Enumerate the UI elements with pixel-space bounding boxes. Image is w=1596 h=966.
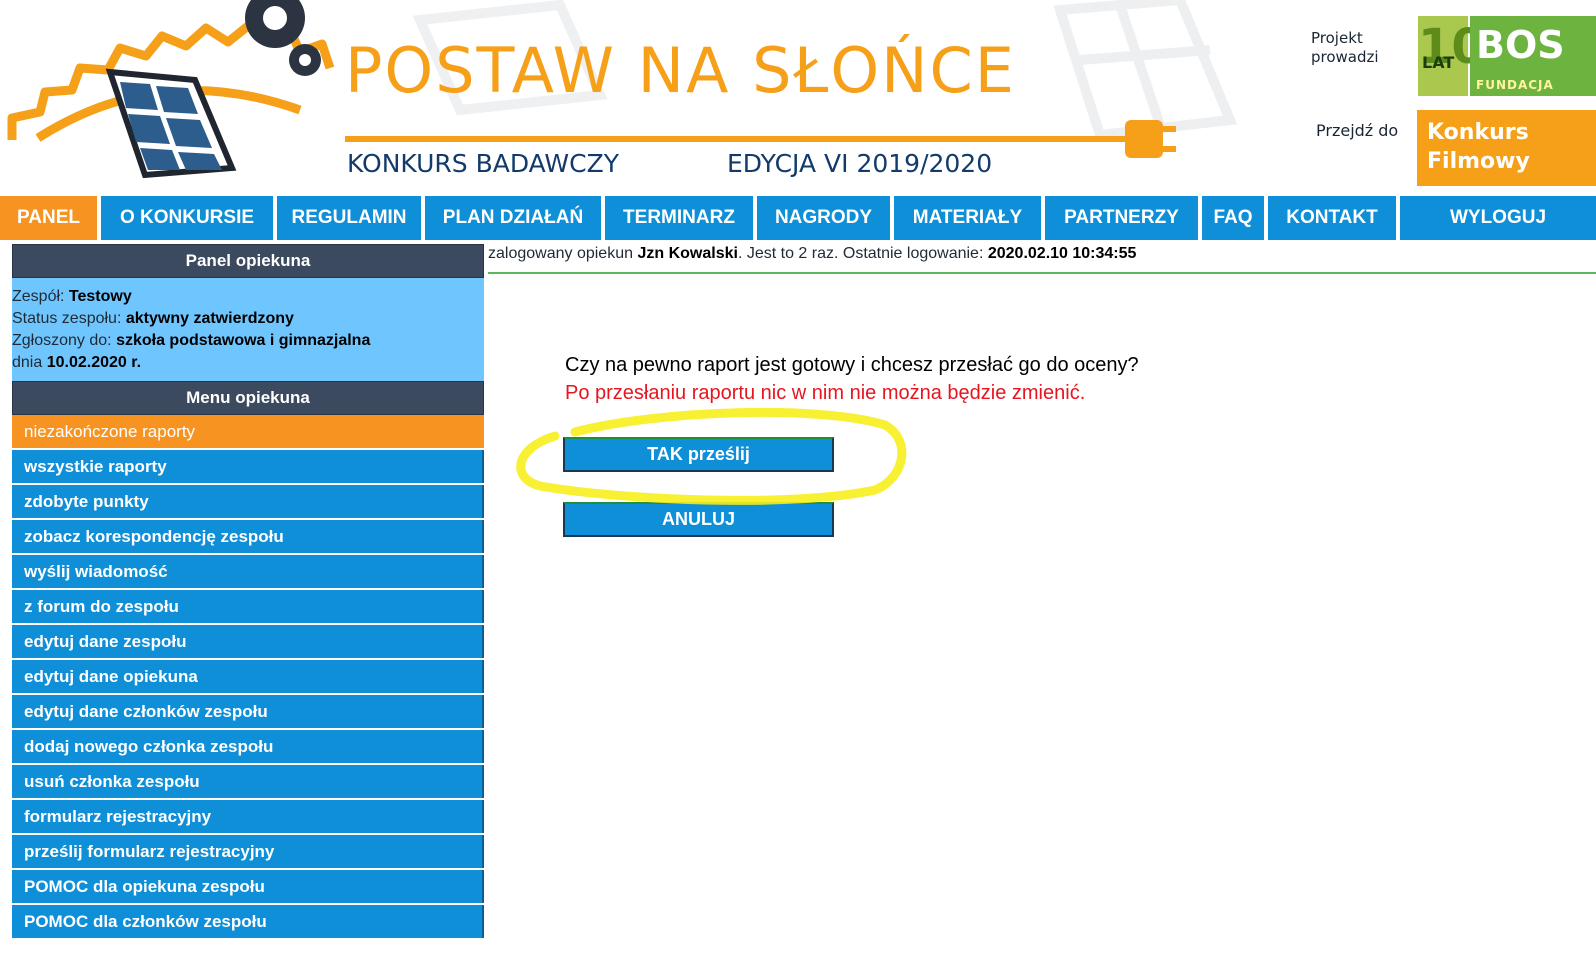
menu-item-przeslij-formularz[interactable]: prześlij formularz rejestracyjny: [12, 835, 484, 868]
menu-item-korespondencja[interactable]: zobacz korespondencję zespołu: [12, 520, 484, 553]
gear-icon: [245, 0, 321, 76]
nav-wyloguj[interactable]: WYLOGUJ: [1400, 196, 1596, 240]
nav-o-konkursie[interactable]: O KONKURSIE: [101, 196, 273, 240]
menu-item-wyslij-wiadomosc[interactable]: wyślij wiadomość: [12, 555, 484, 588]
bos-foundation-logo[interactable]: 10 LAT BOS FUNDACJA: [1418, 16, 1596, 96]
menu-item-formularz[interactable]: formularz rejestracyjny: [12, 800, 484, 833]
team-info: Zespół: Testowy Status zespołu: aktywny …: [12, 278, 484, 381]
main-nav: PANEL O KONKURSIE REGULAMIN PLAN DZIAŁAŃ…: [0, 196, 1596, 240]
menu-title: Menu opiekuna: [12, 381, 484, 415]
goto-label: Przejdź do: [1316, 121, 1399, 140]
menu-item-dodaj-czlonka[interactable]: dodaj nowego członka zespołu: [12, 730, 484, 763]
menu-item-edytuj-opiekuna[interactable]: edytuj dane opiekuna: [12, 660, 484, 693]
registration-date: 10.02.2020 r.: [46, 354, 142, 371]
logo-name: BOS: [1476, 23, 1565, 67]
menu-item-usun-czlonka[interactable]: usuń członka zespołu: [12, 765, 484, 798]
menu-item-zdobyte-punkty[interactable]: zdobyte punkty: [12, 485, 484, 518]
menu-item-pomoc-opiekun[interactable]: POMOC dla opiekuna zespołu: [12, 870, 484, 903]
logo-number: 10 LAT: [1418, 16, 1485, 96]
nav-panel[interactable]: PANEL: [0, 196, 97, 240]
confirm-dialog: Czy na pewno raport jest gotowy i chcesz…: [565, 351, 1139, 407]
panel-title: Panel opiekuna: [12, 244, 484, 278]
nav-materialy[interactable]: MATERIAŁY: [894, 196, 1041, 240]
cancel-button[interactable]: ANULUJ: [563, 502, 834, 537]
logo-lat: LAT: [1422, 53, 1455, 72]
logo-bos-panel: BOS FUNDACJA: [1470, 16, 1596, 96]
film-link-line2: Filmowy: [1427, 149, 1530, 174]
film-contest-link[interactable]: Konkurs Filmowy: [1417, 110, 1596, 186]
sidebar: Panel opiekuna Zespół: Testowy Status ze…: [12, 244, 484, 938]
nav-kontakt[interactable]: KONTAKT: [1268, 196, 1396, 240]
menu-item-wszystkie-raporty[interactable]: wszystkie raporty: [12, 450, 484, 483]
submit-report-button[interactable]: TAK prześlij: [563, 437, 834, 472]
menu-item-edytuj-zespol[interactable]: edytuj dane zespołu: [12, 625, 484, 658]
nav-plan-dzialan[interactable]: PLAN DZIAŁAŃ: [425, 196, 601, 240]
login-info: zalogowany opiekun Jzn Kowalski. Jest to…: [488, 245, 1596, 274]
nav-nagrody[interactable]: NAGRODY: [757, 196, 890, 240]
site-title: POSTAW NA SŁOŃCE: [345, 34, 1016, 107]
registered-line: Zgłoszony do: szkoła podstawowa i gimnaz…: [12, 332, 371, 349]
team-line: Zespół: Testowy: [12, 288, 132, 305]
nav-faq[interactable]: FAQ: [1202, 196, 1264, 240]
menu-item-edytuj-czlonkow[interactable]: edytuj dane członków zespołu: [12, 695, 484, 728]
team-status: aktywny zatwierdzony: [125, 310, 294, 327]
site-header: POSTAW NA SŁOŃCE KONKURS BADAWCZY EDYCJA…: [0, 0, 1596, 196]
project-label: Projekt prowadzi: [1311, 29, 1379, 66]
last-login: 2020.02.10 10:34:55: [987, 245, 1137, 262]
nav-regulamin[interactable]: REGULAMIN: [277, 196, 421, 240]
nav-partnerzy[interactable]: PARTNERZY: [1045, 196, 1198, 240]
logged-user: Jzn Kowalski: [637, 245, 738, 262]
menu-item-pomoc-czlonkowie[interactable]: POMOC dla członków zespołu: [12, 905, 484, 938]
team-name: Testowy: [68, 288, 132, 305]
confirm-question: Czy na pewno raport jest gotowy i chcesz…: [565, 354, 1139, 376]
nav-terminarz[interactable]: TERMINARZ: [605, 196, 753, 240]
menu-item-niezakonczone-raporty[interactable]: niezakończone raporty: [12, 415, 484, 448]
school-type: szkoła podstawowa i gimnazjalna: [116, 332, 371, 349]
logo-fund: FUNDACJA: [1476, 78, 1554, 92]
edition-label: EDYCJA VI 2019/2020: [727, 149, 993, 178]
status-line: Status zespołu: aktywny zatwierdzony: [12, 310, 294, 327]
menu-item-z-forum[interactable]: z forum do zespołu: [12, 590, 484, 623]
site-subtitle: KONKURS BADAWCZY: [347, 149, 619, 178]
date-line: dnia 10.02.2020 r.: [12, 354, 142, 371]
confirm-warning: Po przesłaniu raportu nic w nim nie możn…: [565, 382, 1086, 404]
film-link-line1: Konkurs: [1427, 120, 1529, 145]
